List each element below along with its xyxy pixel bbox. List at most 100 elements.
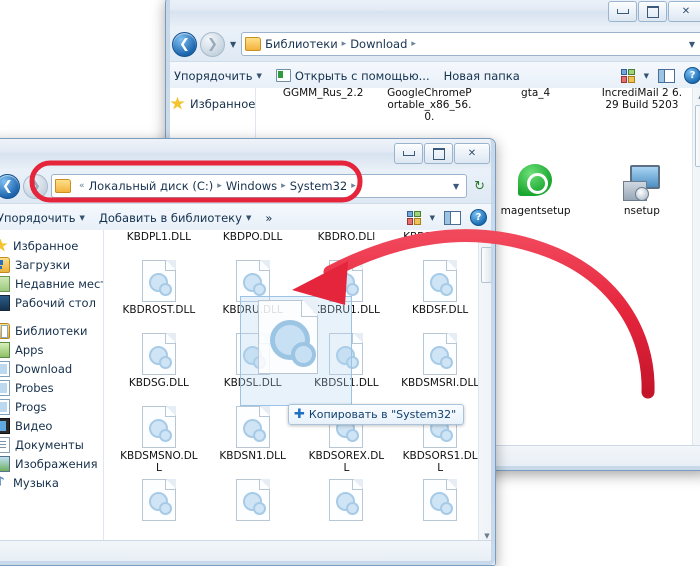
file-tile[interactable]: KBDSF.DLL	[393, 257, 487, 330]
scrollbar-thumb[interactable]	[695, 105, 700, 167]
sidebar-item-apps[interactable]: Apps	[0, 340, 103, 359]
sidebar-item-недавние-места[interactable]: Недавние места	[0, 274, 103, 293]
file-tile[interactable]	[393, 476, 487, 543]
file-tile[interactable]	[112, 476, 206, 543]
back-window-toolbar[interactable]: Упорядочить ▼ Открыть с помощью... Новая…	[166, 61, 700, 89]
file-tile[interactable]: KBDPL1.DLL	[112, 230, 206, 257]
file-tile[interactable]: KBDPO.DLL	[206, 230, 300, 257]
close-button[interactable]: ✕	[454, 143, 490, 164]
scroll-up-arrow[interactable]: ▲	[693, 88, 700, 103]
preview-pane-icon[interactable]	[658, 68, 675, 83]
file-fold	[258, 406, 270, 417]
chevron-down-icon[interactable]: ▼	[430, 214, 435, 222]
dll-file-icon	[423, 333, 458, 375]
minimize-button[interactable]	[608, 1, 637, 22]
sidebar-item-библиотеки[interactable]: Библиотеки	[0, 321, 103, 340]
breadcrumb-local-disk[interactable]: Локальный диск (C:)	[89, 179, 214, 193]
maximize-button[interactable]	[638, 1, 667, 22]
dll-file-icon	[235, 406, 270, 448]
front-window-toolbar[interactable]: Упорядочить ▼ Добавить в библиотеку ▼ » …	[0, 203, 495, 231]
sidebar-item-label: Apps	[15, 342, 44, 357]
front-toolbar-right[interactable]: ▼ ?	[406, 209, 487, 226]
file-tile[interactable]	[300, 476, 394, 543]
sidebar-item-download[interactable]: Download	[0, 359, 103, 378]
drag-copy-tooltip: ✚ Копировать в "System32"	[288, 404, 465, 425]
file-tile[interactable]: magentsetup	[483, 160, 589, 278]
sidebar-item-загрузки[interactable]: Загрузки	[0, 255, 103, 274]
recent-pages-dropdown[interactable]: ▼	[228, 40, 238, 49]
file-label: IncrediMail 2 6.29 Build 5203	[601, 88, 683, 111]
sidebar-item-рабочий-стол[interactable]: Рабочий стол	[0, 293, 103, 312]
file-tile[interactable]: IncrediMail 2 6.29 Build 5203	[589, 88, 695, 160]
front-window-titlebar[interactable]: ✕	[0, 139, 495, 169]
chevron-down-icon[interactable]: ▼	[685, 40, 699, 49]
file-tile[interactable]: KBDSMSNO.DLL	[112, 403, 206, 476]
back-window-titlebar[interactable]: ✕	[166, 0, 700, 27]
breadcrumb-overflow[interactable]: «	[75, 181, 89, 191]
scroll-up-arrow[interactable]: ▲	[479, 230, 495, 245]
sidebar-item-видео[interactable]: Видео	[0, 416, 103, 435]
chevron-down-icon: ▼	[79, 213, 85, 222]
file-tile[interactable]: KBDRO.DLl	[300, 230, 394, 257]
sidebar-item-label: Библиотеки	[15, 323, 88, 338]
front-window-navbar[interactable]: ❮ ❯ « Локальный диск (C:) ▸ Windows ▸ Sy…	[0, 169, 495, 203]
address-bar[interactable]: « Локальный диск (C:) ▸ Windows ▸ System…	[51, 174, 468, 198]
file-tile[interactable]: KBDROPR.DLL	[393, 230, 487, 257]
forward-button[interactable]: ❯	[200, 31, 225, 57]
forward-button[interactable]: ❯	[23, 173, 48, 199]
file-label: KBDSG.DLL	[128, 377, 189, 389]
view-mode-icon[interactable]	[620, 68, 635, 83]
breadcrumb-system32[interactable]: System32	[290, 179, 348, 193]
scrollbar-thumb[interactable]	[481, 247, 493, 283]
dll-file-icon	[141, 333, 176, 375]
sidebar-item-probes[interactable]: Probes	[0, 378, 103, 397]
organize-button[interactable]: Упорядочить ▼	[174, 69, 262, 83]
chevron-down-icon[interactable]: ▼	[644, 72, 649, 80]
sidebar-item-изображения[interactable]: Изображения	[0, 454, 103, 473]
file-tile[interactable]: KBDSG.DLL	[112, 330, 206, 403]
maximize-button[interactable]	[424, 143, 453, 164]
breadcrumb-windows[interactable]: Windows	[226, 179, 277, 193]
file-tile[interactable]: KBDROST.DLL	[112, 257, 206, 330]
toolbar-overflow-button[interactable]: »	[265, 211, 272, 225]
file-tile[interactable]: nsetup	[589, 160, 695, 278]
back-window-navbar[interactable]: ❮ ❯ ▼ Библиотеки ▸ Download ▸ ▼	[166, 27, 700, 61]
chevron-down-icon[interactable]: ▼	[449, 182, 463, 191]
preview-pane-icon[interactable]	[444, 210, 461, 225]
file-tile[interactable]: KBDSMSRI.DLL	[393, 330, 487, 403]
back-window-scrollbar[interactable]: ▲ ▼	[692, 88, 700, 470]
add-to-library-button[interactable]: Добавить в библиотеку ▼	[99, 211, 251, 225]
sidebar-item-избранное[interactable]: Избранное	[0, 236, 103, 255]
sidebar-item-музыка[interactable]: ♪ Музыка	[0, 473, 103, 492]
back-button[interactable]: ❮	[172, 31, 197, 57]
help-icon[interactable]: ?	[684, 67, 700, 84]
help-icon[interactable]: ?	[470, 209, 487, 226]
file-label: KBDROST.DLL	[122, 304, 196, 316]
front-window-nav-pane[interactable]: Избранное Загрузки Недавние места Рабочий с…	[0, 230, 104, 543]
address-bar[interactable]: Библиотеки ▸ Download ▸ ▼	[241, 32, 700, 56]
back-button[interactable]: ❮	[0, 173, 20, 199]
file-tile[interactable]: gta_4	[483, 88, 589, 160]
breadcrumb-download[interactable]: Download	[350, 37, 407, 51]
close-button[interactable]: ✕	[668, 1, 700, 22]
dll-file-drag-ghost	[258, 300, 318, 374]
file-label: KBDSN1.DLL	[219, 450, 286, 462]
back-window-controls[interactable]: ✕	[607, 1, 700, 22]
new-folder-button[interactable]: Новая папка	[444, 69, 520, 83]
sidebar-item-документы[interactable]: Документы	[0, 435, 103, 454]
organize-button[interactable]: Упорядочить ▼	[0, 211, 85, 225]
file-tile[interactable]	[206, 476, 300, 543]
gear-icon	[252, 429, 266, 442]
front-window-controls[interactable]: ✕	[393, 143, 490, 164]
file-label: GGMM_Rus_2.2	[282, 88, 364, 99]
view-mode-icon[interactable]	[406, 210, 421, 225]
back-toolbar-right[interactable]: ▼ ?	[620, 67, 700, 84]
open-with-button[interactable]: Открыть с помощью...	[275, 69, 430, 83]
sidebar-item-favorites[interactable]: Избранное	[170, 94, 255, 113]
sidebar-item-progs[interactable]: Progs	[0, 397, 103, 416]
front-window-scrollbar[interactable]: ▲ ▼	[478, 230, 495, 543]
breadcrumb-libraries[interactable]: Библиотеки	[265, 37, 338, 51]
file-tile[interactable]: KBDSN1.DLL	[206, 403, 300, 476]
refresh-icon[interactable]: ↻	[470, 179, 489, 194]
minimize-button[interactable]	[394, 143, 423, 164]
